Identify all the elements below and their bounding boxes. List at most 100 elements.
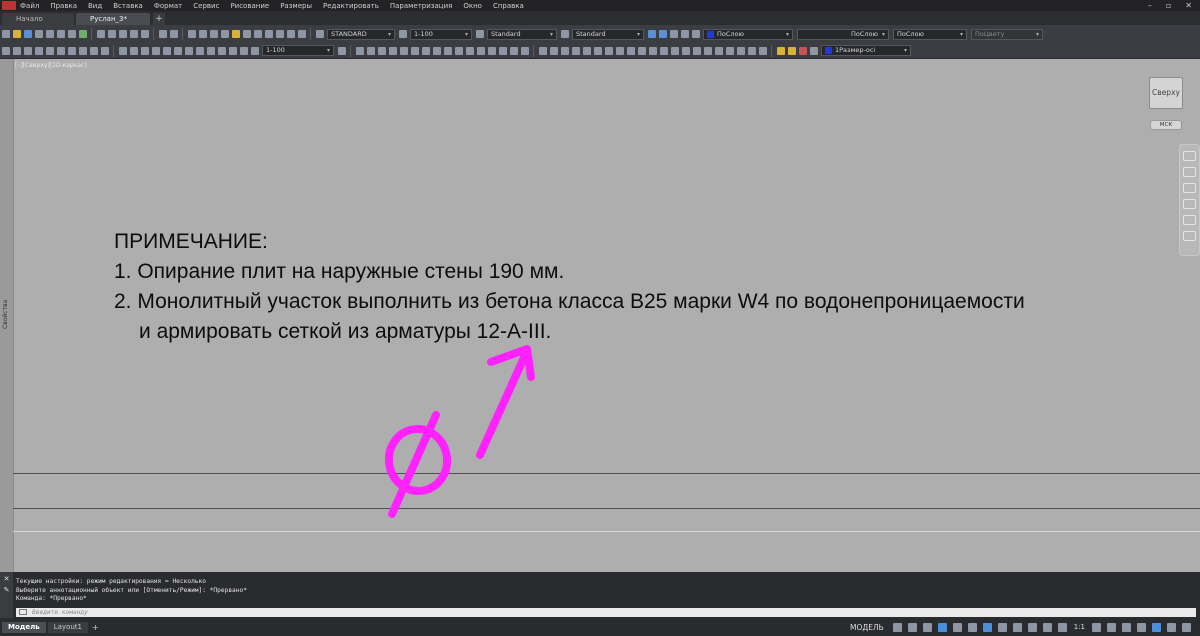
menu-modify[interactable]: Редактировать bbox=[323, 2, 379, 10]
grid-icon[interactable] bbox=[892, 622, 902, 632]
lineweight-icon[interactable] bbox=[997, 622, 1007, 632]
showmotion-icon[interactable] bbox=[1183, 215, 1196, 225]
add-layout-button[interactable]: + bbox=[92, 623, 99, 632]
id-point-icon[interactable] bbox=[692, 46, 701, 55]
menu-file[interactable]: Файл bbox=[20, 2, 39, 10]
multileader-style-select[interactable]: Standard ▾ bbox=[572, 28, 644, 40]
snap-icon[interactable] bbox=[907, 622, 917, 632]
restore-icon[interactable]: ▫ bbox=[1166, 1, 1171, 10]
tolerance-icon[interactable] bbox=[217, 46, 226, 55]
layer-on-icon[interactable] bbox=[776, 46, 785, 55]
osnap-icon[interactable] bbox=[982, 622, 992, 632]
menu-help[interactable]: Справка bbox=[493, 2, 524, 10]
region-icon[interactable] bbox=[593, 46, 602, 55]
otrack-icon[interactable] bbox=[967, 622, 977, 632]
layer-match-icon[interactable] bbox=[680, 30, 689, 38]
matchprop-icon[interactable] bbox=[129, 30, 138, 38]
preview-icon[interactable] bbox=[56, 30, 65, 38]
polyline-icon[interactable] bbox=[23, 46, 32, 55]
designcenter-icon[interactable] bbox=[242, 30, 251, 38]
help-icon[interactable] bbox=[297, 30, 306, 38]
trim-icon[interactable] bbox=[454, 46, 463, 55]
new-icon[interactable] bbox=[1, 30, 10, 38]
explode-icon[interactable] bbox=[520, 46, 529, 55]
menu-tools[interactable]: Сервис bbox=[193, 2, 219, 10]
ortho-icon[interactable] bbox=[922, 622, 932, 632]
tab-model[interactable]: Модель bbox=[2, 621, 46, 633]
chamfer-icon[interactable] bbox=[498, 46, 507, 55]
webview-icon[interactable] bbox=[78, 30, 87, 38]
redo-icon[interactable] bbox=[169, 30, 178, 38]
minimize-icon[interactable]: – bbox=[1148, 1, 1152, 10]
recover-icon[interactable] bbox=[736, 46, 745, 55]
annotation-scale-status[interactable]: 1:1 bbox=[1074, 623, 1085, 631]
area-icon[interactable] bbox=[681, 46, 690, 55]
layer-state-icon[interactable] bbox=[658, 30, 667, 38]
undo-icon[interactable] bbox=[158, 30, 167, 38]
close-icon[interactable]: ✕ bbox=[3, 576, 10, 583]
command-input[interactable]: Введите команду bbox=[16, 608, 1196, 617]
zoom-previous-icon[interactable] bbox=[220, 30, 229, 38]
make-block-icon[interactable] bbox=[549, 46, 558, 55]
color-select[interactable]: ПоСлою ▾ bbox=[703, 28, 793, 40]
properties-icon[interactable] bbox=[231, 30, 240, 38]
rectangle-icon[interactable] bbox=[45, 46, 54, 55]
orbit-icon[interactable] bbox=[1183, 199, 1196, 209]
dim-update-icon[interactable] bbox=[250, 46, 259, 55]
tab-start[interactable]: Начало bbox=[2, 13, 74, 25]
save-icon[interactable] bbox=[23, 30, 32, 38]
layer-lock-icon[interactable] bbox=[798, 46, 807, 55]
dim-aligned-icon[interactable] bbox=[129, 46, 138, 55]
circle-icon[interactable] bbox=[67, 46, 76, 55]
layer-iso-icon[interactable] bbox=[691, 30, 700, 38]
join-icon[interactable] bbox=[487, 46, 496, 55]
insert-block-icon[interactable] bbox=[538, 46, 547, 55]
dim-arc-icon[interactable] bbox=[140, 46, 149, 55]
linetype-select[interactable]: ПоСлою ▾ bbox=[797, 28, 889, 40]
pan-nav-icon[interactable] bbox=[1183, 167, 1196, 177]
annotation-visibility-icon[interactable] bbox=[1042, 622, 1052, 632]
wrench-icon[interactable]: ✎ bbox=[3, 587, 10, 594]
cut-icon[interactable] bbox=[96, 30, 105, 38]
extend-icon[interactable] bbox=[465, 46, 474, 55]
steeringwheel-icon[interactable] bbox=[1183, 151, 1196, 161]
menu-parametric[interactable]: Параметризация bbox=[390, 2, 452, 10]
workspace-gear-icon[interactable] bbox=[1092, 622, 1101, 632]
dim-continue-icon[interactable] bbox=[206, 46, 215, 55]
paste-icon[interactable] bbox=[118, 30, 127, 38]
model-space-toggle[interactable]: МОДЕЛЬ bbox=[850, 623, 884, 632]
wcs-menu[interactable]: МСК bbox=[1150, 120, 1182, 130]
multileader-style-icon[interactable] bbox=[560, 30, 569, 38]
rotate-icon[interactable] bbox=[421, 46, 430, 55]
isodraft-icon[interactable] bbox=[952, 622, 962, 632]
erase-icon[interactable] bbox=[355, 46, 364, 55]
center-mark-icon[interactable] bbox=[228, 46, 237, 55]
mirror-icon[interactable] bbox=[377, 46, 386, 55]
offset-icon[interactable] bbox=[388, 46, 397, 55]
zoom-realtime-icon[interactable] bbox=[198, 30, 207, 38]
menu-edit[interactable]: Правка bbox=[50, 2, 77, 10]
close-icon[interactable]: ✕ bbox=[1185, 1, 1192, 10]
lineweight-select[interactable]: ПоСлою ▾ bbox=[893, 28, 967, 40]
plot-icon[interactable] bbox=[45, 30, 54, 38]
zoom-window-icon[interactable] bbox=[209, 30, 218, 38]
dim-ordinate-icon[interactable] bbox=[151, 46, 160, 55]
text-style-icon[interactable] bbox=[315, 30, 324, 38]
annotation-scale-select[interactable]: 1-100 ▾ bbox=[410, 28, 472, 40]
purge-icon[interactable] bbox=[714, 46, 723, 55]
isolate-objects-icon[interactable] bbox=[1137, 622, 1146, 632]
find-icon[interactable] bbox=[637, 46, 646, 55]
pan-icon[interactable] bbox=[187, 30, 196, 38]
ellipse-icon[interactable] bbox=[100, 46, 109, 55]
dim-radius-icon[interactable] bbox=[162, 46, 171, 55]
xline-icon[interactable] bbox=[12, 46, 21, 55]
transparency-icon[interactable] bbox=[1012, 622, 1022, 632]
polar-icon[interactable] bbox=[937, 622, 947, 632]
dim-diameter-icon[interactable] bbox=[173, 46, 182, 55]
scale-icon[interactable] bbox=[432, 46, 441, 55]
massprop-icon[interactable] bbox=[703, 46, 712, 55]
line-icon[interactable] bbox=[1, 46, 10, 55]
list-icon[interactable] bbox=[659, 46, 668, 55]
distance-icon[interactable] bbox=[670, 46, 679, 55]
spell-icon[interactable] bbox=[648, 46, 657, 55]
